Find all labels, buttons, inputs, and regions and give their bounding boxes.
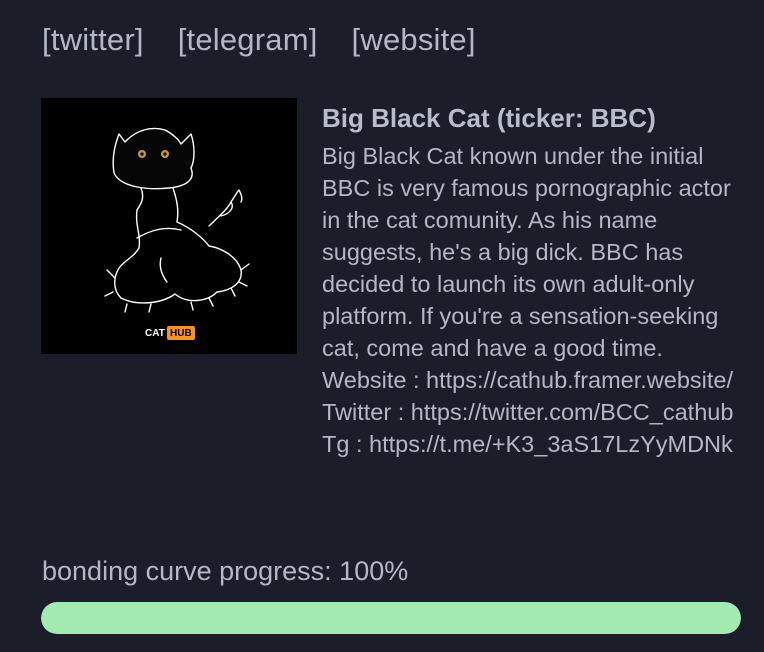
token-image: CAT HUB [41, 98, 297, 354]
token-description: Big Black Cat known under the initial BB… [322, 143, 734, 457]
logo-cat-text: CAT [145, 328, 165, 339]
logo-hub-text: HUB [170, 328, 192, 339]
telegram-link[interactable]: [telegram] [178, 22, 318, 58]
token-info: Big Black Cat (ticker: BBC) Big Black Ca… [322, 101, 742, 460]
progress-bar-fill [41, 602, 741, 634]
progress-bar [41, 602, 741, 634]
twitter-link[interactable]: [twitter] [42, 22, 144, 58]
token-title: Big Black Cat (ticker: BBC) [322, 103, 656, 133]
social-links: [twitter] [telegram] [website] [42, 22, 476, 58]
cat-drawing: CAT HUB [104, 127, 250, 340]
progress-label: bonding curve progress: 100% [42, 556, 409, 586]
website-link[interactable]: [website] [352, 22, 476, 58]
